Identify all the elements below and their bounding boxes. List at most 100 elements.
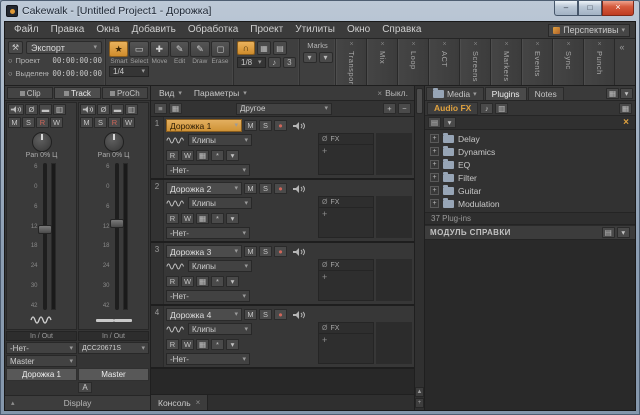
fx-bin[interactable]: ØFX +: [318, 322, 374, 364]
plugin-category[interactable]: +Dynamics: [425, 145, 635, 158]
track-lane[interactable]: [376, 259, 412, 301]
expand-icon[interactable]: +: [430, 186, 439, 195]
output-dropdown[interactable]: Master▾: [6, 355, 77, 367]
collapsed-module[interactable]: ×Markers: [491, 39, 522, 85]
edit-tool-button[interactable]: ✎: [170, 41, 189, 57]
more-dropdown[interactable]: ▾: [226, 213, 239, 224]
solo-button[interactable]: S: [22, 117, 35, 128]
phase-button[interactable]: Ø: [97, 104, 110, 115]
track-row[interactable]: 2 Дорожка 2▾ M S ● Клипы▾: [151, 180, 414, 243]
freeze-button[interactable]: *: [211, 339, 224, 350]
fx-bin[interactable]: ØFX +: [318, 133, 374, 175]
tab-proch[interactable]: ProCh: [102, 87, 148, 99]
track-name[interactable]: Дорожка 2▾: [166, 182, 242, 195]
layout-a-button[interactable]: A: [78, 382, 92, 393]
menu-item[interactable]: Проект: [244, 22, 289, 38]
titlebar[interactable]: Cakewalk - [Untitled Project1 - Дорожка]…: [1, 1, 639, 21]
console-tab[interactable]: Консоль×: [151, 395, 208, 410]
interleave-button[interactable]: ▥: [53, 104, 66, 115]
master-name-box[interactable]: Master: [78, 368, 149, 381]
smart-tool-button[interactable]: ★: [109, 41, 128, 57]
collapsed-module[interactable]: ×Mix: [367, 39, 398, 85]
add-fx-button[interactable]: +: [319, 145, 373, 157]
freeze-button[interactable]: *: [211, 276, 224, 287]
output-dropdown[interactable]: ДСС20671S▾: [78, 342, 149, 354]
track-lane[interactable]: [376, 196, 412, 238]
tab-notes[interactable]: Notes: [528, 87, 564, 100]
menu-icon-button[interactable]: ≡: [154, 103, 167, 114]
draw-tool-button[interactable]: ✎: [190, 41, 209, 57]
menu-item[interactable]: Правка: [45, 22, 91, 38]
automation-read-button[interactable]: R: [166, 276, 179, 287]
view-menu[interactable]: Вид▾: [154, 87, 187, 100]
record-arm-button[interactable]: R: [36, 117, 49, 128]
automation-write-button[interactable]: W: [181, 339, 194, 350]
write-automation-button[interactable]: W: [122, 117, 135, 128]
snap-grid-button[interactable]: ▦: [257, 41, 271, 55]
menu-item[interactable]: Добавить: [126, 22, 182, 38]
track-filter-dropdown[interactable]: Другое▾: [236, 103, 332, 115]
solo-button[interactable]: S: [259, 120, 272, 131]
close-icon[interactable]: ×: [597, 41, 601, 49]
record-arm-button[interactable]: R: [108, 117, 121, 128]
pan-knob[interactable]: [32, 132, 52, 152]
automation-write-button[interactable]: W: [181, 150, 194, 161]
plugin-category[interactable]: +Delay: [425, 132, 635, 145]
grid-icon-button[interactable]: ▦: [196, 339, 209, 350]
view-mode-button[interactable]: ▾: [443, 117, 456, 128]
input-echo-button[interactable]: [8, 104, 24, 115]
mute-button[interactable]: M: [80, 117, 93, 128]
fader-handle[interactable]: [110, 219, 124, 228]
interleave-button[interactable]: ▥: [125, 104, 138, 115]
select-tool-button[interactable]: ▭: [129, 41, 148, 57]
collapse-arrows-icon[interactable]: «: [615, 39, 629, 85]
mono-button[interactable]: ▬: [111, 104, 124, 115]
collapsed-module[interactable]: ×Sync: [553, 39, 584, 85]
track-name[interactable]: Дорожка 3▾: [166, 245, 242, 258]
close-icon[interactable]: ×: [442, 41, 446, 49]
move-tool-button[interactable]: ✚: [150, 41, 169, 57]
write-automation-button[interactable]: W: [50, 117, 63, 128]
record-arm-button[interactable]: ●: [274, 309, 287, 320]
solo-button[interactable]: S: [94, 117, 107, 128]
tab-plugins[interactable]: Plugins: [485, 87, 527, 100]
input-dropdown[interactable]: -Нет-▾: [166, 227, 250, 239]
plugin-category[interactable]: +Modulation: [425, 197, 635, 210]
mute-button[interactable]: M: [244, 120, 257, 131]
zoom-in-button[interactable]: +: [415, 398, 424, 408]
close-icon[interactable]: ×: [380, 41, 384, 49]
close-icon[interactable]: ×: [473, 41, 477, 49]
plugin-category[interactable]: +Filter: [425, 171, 635, 184]
marks-next-button[interactable]: ▾: [319, 52, 333, 63]
input-dropdown[interactable]: -Нет-▾: [166, 164, 250, 176]
clear-search-icon[interactable]: ×: [623, 117, 632, 128]
track-name[interactable]: Дорожка 1▾: [166, 119, 242, 132]
fx-bin[interactable]: ØFX +: [318, 196, 374, 238]
plugin-category[interactable]: +EQ: [425, 158, 635, 171]
input-echo-icon[interactable]: [291, 183, 307, 194]
tab-audio-fx[interactable]: Audio FX: [427, 102, 478, 115]
mute-button[interactable]: M: [244, 246, 257, 257]
tab-track[interactable]: Track: [54, 87, 100, 99]
close-icon[interactable]: ×: [504, 41, 508, 49]
input-echo-button[interactable]: [80, 104, 96, 115]
expand-icon[interactable]: +: [430, 147, 439, 156]
tab-clip[interactable]: Clip: [7, 87, 53, 99]
mute-button[interactable]: M: [8, 117, 21, 128]
instruments-button[interactable]: ▥: [495, 103, 508, 114]
radio-icon[interactable]: ○: [8, 56, 13, 65]
phase-button[interactable]: Ø: [25, 104, 38, 115]
solo-button[interactable]: S: [259, 183, 272, 194]
track-row[interactable]: 4 Дорожка 4▾ M S ● Клипы▾: [151, 306, 414, 369]
expand-icon[interactable]: +: [430, 134, 439, 143]
automation-write-button[interactable]: W: [181, 276, 194, 287]
track-row[interactable]: 1 Дорожка 1▾ M S ● Клипы▾: [151, 117, 414, 180]
maximize-button[interactable]: □: [578, 1, 602, 16]
export-dropdown[interactable]: Экспорт▾: [26, 41, 102, 54]
collapsed-module[interactable]: ×Transport: [336, 39, 367, 85]
collapsed-module[interactable]: ×Loop: [398, 39, 429, 85]
automation-read-button[interactable]: R: [166, 150, 179, 161]
record-arm-button[interactable]: ●: [274, 120, 287, 131]
mono-button[interactable]: ▬: [39, 104, 52, 115]
more-dropdown[interactable]: ▾: [226, 339, 239, 350]
